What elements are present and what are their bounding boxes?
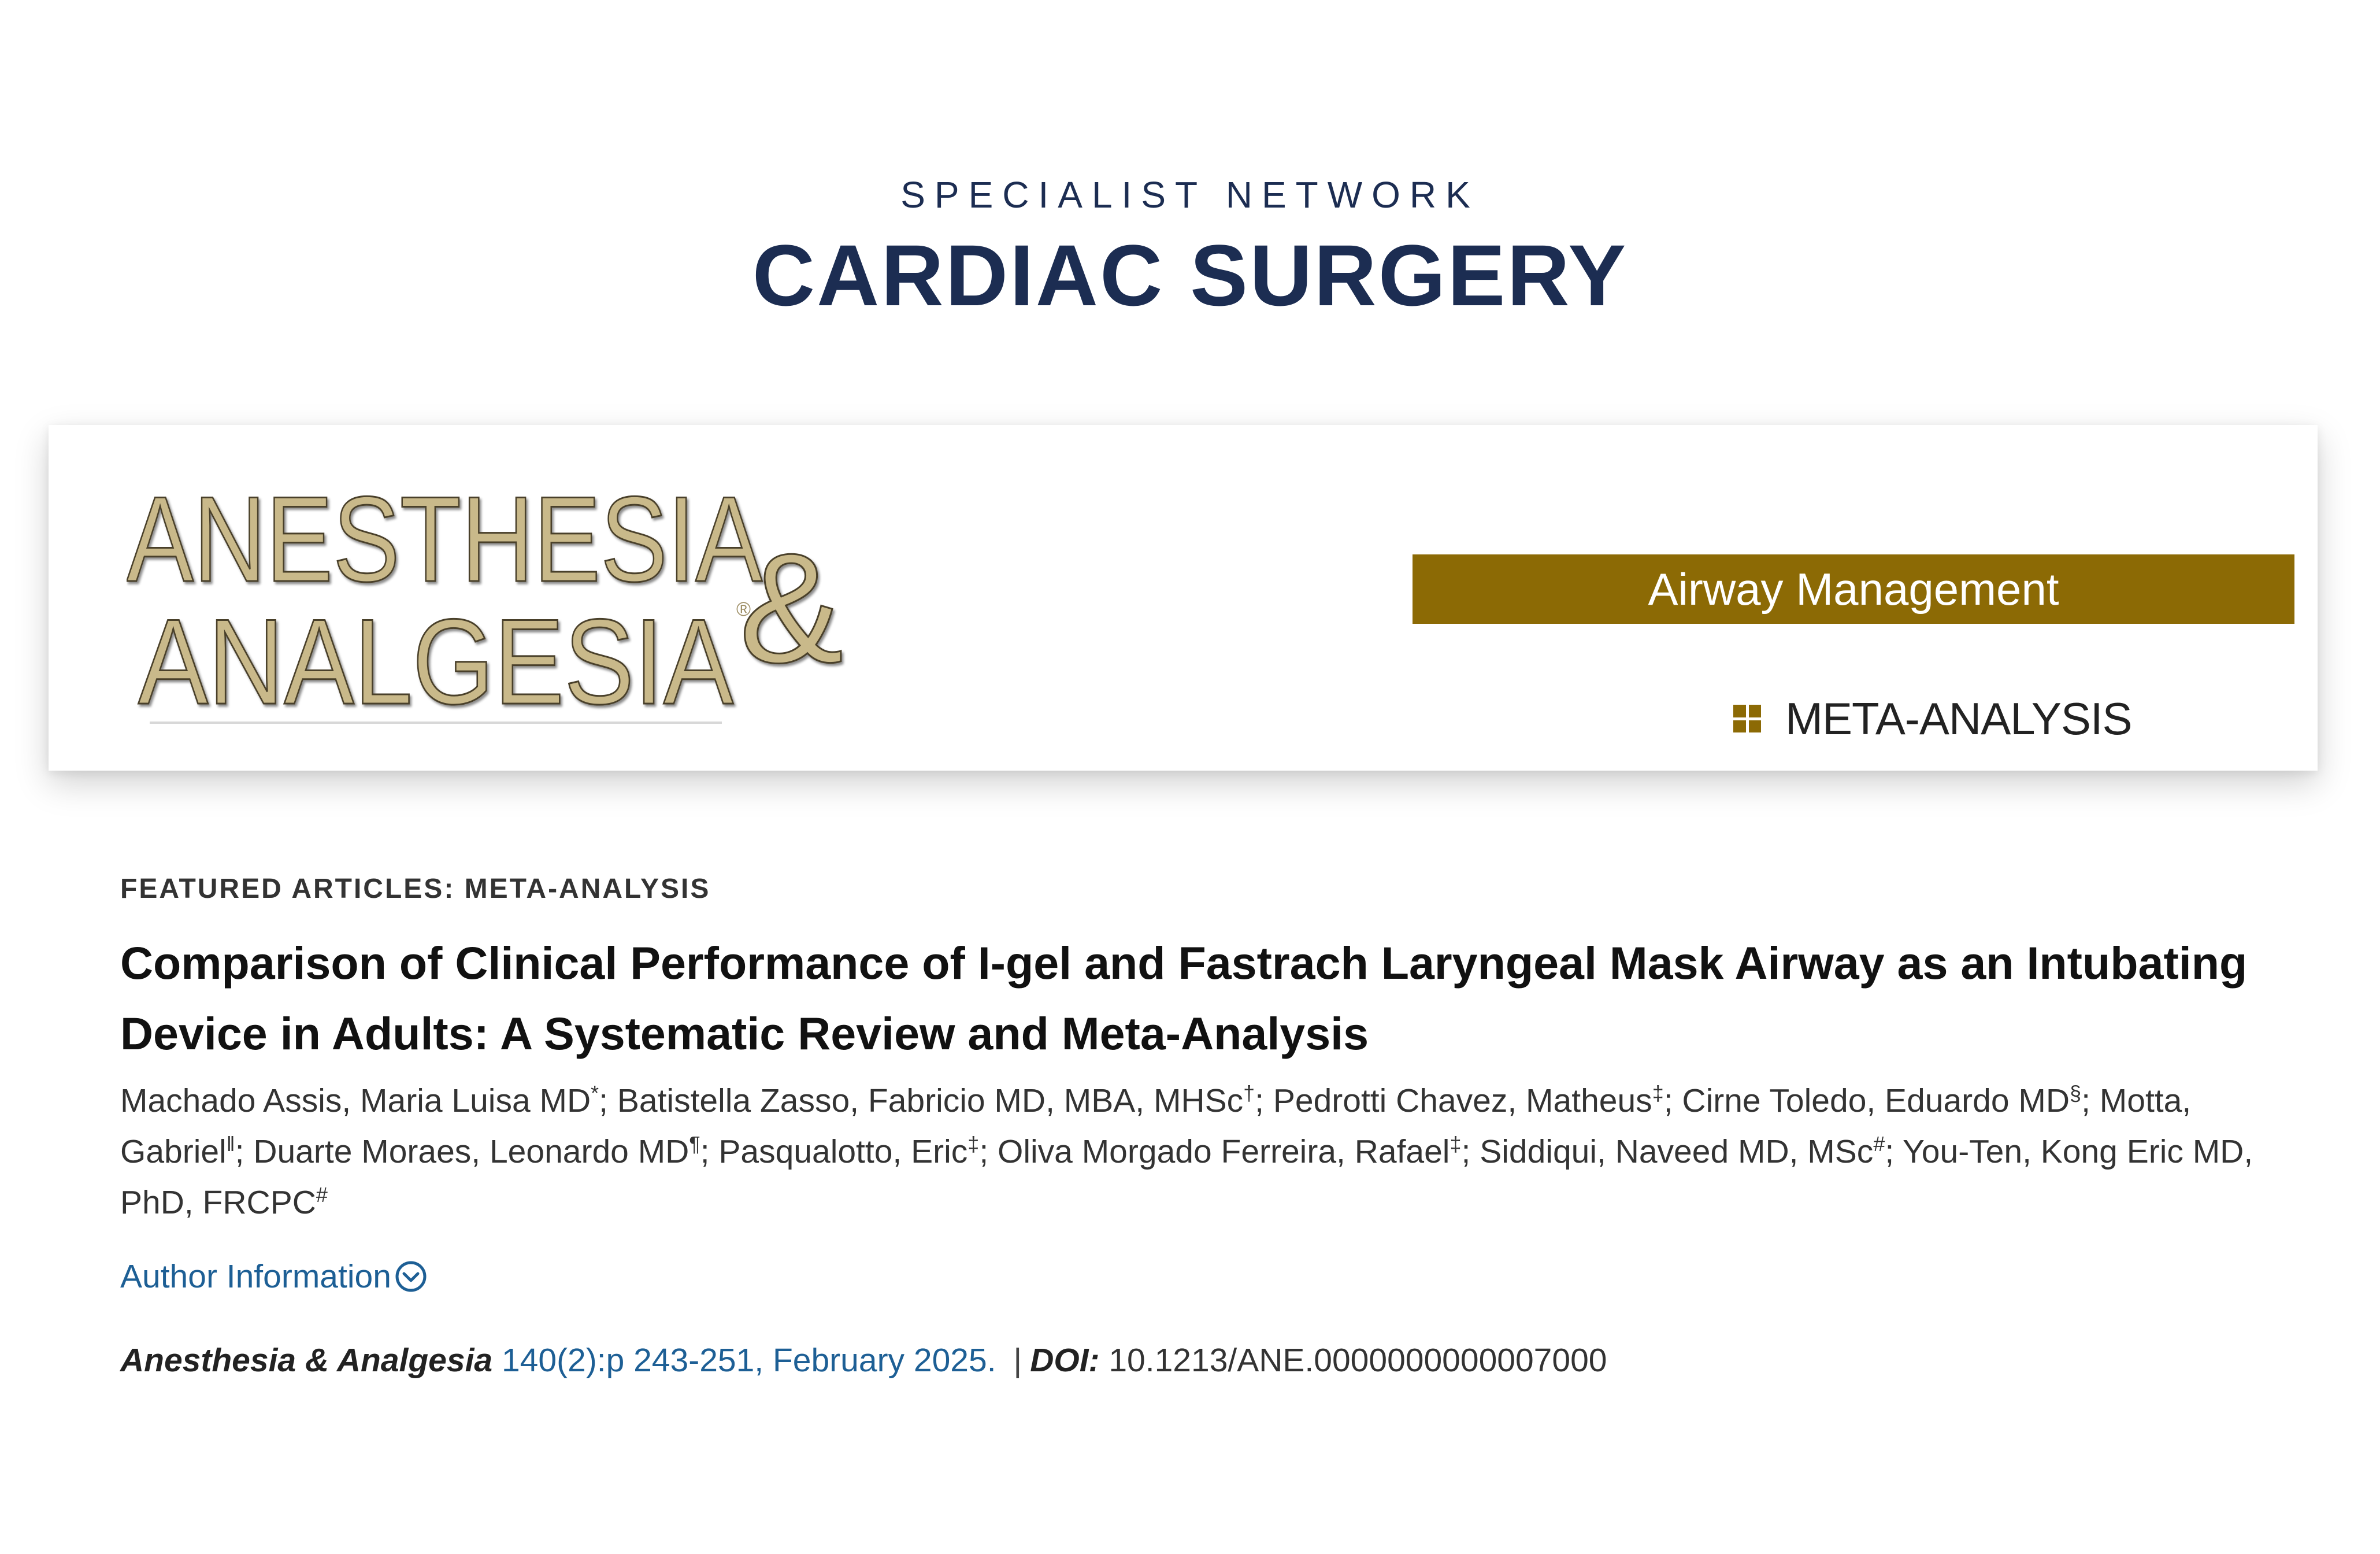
logo-ampersand: & [739, 521, 843, 695]
logo-registered: ® [736, 598, 751, 620]
author-name: Siddiqui, Naveed MD, MSc [1480, 1133, 1874, 1170]
author-affiliation-mark: ‡ [1449, 1132, 1462, 1156]
author-name: Oliva Morgado Ferreira, Rafael [998, 1133, 1450, 1170]
author-name: Machado Assis, Maria Luisa MD [120, 1082, 591, 1119]
logo-line1: ANESTHESIA [127, 477, 762, 607]
author-name: Pedrotti Chavez, Matheus [1273, 1082, 1652, 1119]
author-information-label: Author Information [120, 1258, 391, 1295]
author-information-toggle[interactable]: Author Information [120, 1257, 427, 1296]
article-type-row: META-ANALYSIS [1733, 691, 2133, 746]
author-affiliation-mark: ‡ [1652, 1081, 1664, 1105]
author-name: Cirne Toledo, Eduardo MD [1682, 1082, 2070, 1119]
author-affiliation-mark: # [316, 1183, 328, 1207]
logo-line2: ANALGESIA [138, 594, 733, 730]
citation-journal: Anesthesia & Analgesia [120, 1342, 493, 1379]
citation-separator: | [1013, 1342, 1022, 1379]
doi-value: 10.1213/ANE.0000000000007000 [1109, 1342, 1607, 1379]
author-affiliation-mark: § [2070, 1081, 2082, 1105]
author-affiliation-mark: # [1873, 1132, 1885, 1156]
author-affiliation-mark: ¶ [689, 1132, 700, 1156]
section-label: FEATURED ARTICLES: META-ANALYSIS [120, 874, 711, 904]
journal-logo: ANESTHESIA ANALGESIA & ® [127, 477, 993, 731]
author-affiliation-mark: † [1243, 1081, 1255, 1105]
page-title: CARDIAC SURGERY [752, 227, 1628, 324]
citation-issue-link[interactable]: 140(2):p 243-251, February 2025. [502, 1342, 996, 1379]
article-title: Comparison of Clinical Performance of I-… [120, 937, 2248, 1059]
journal-banner: ANESTHESIA ANALGESIA & ® Airway Manageme… [49, 425, 2318, 771]
network-eyebrow: SPECIALIST NETWORK [900, 174, 1480, 216]
author-affiliation-mark: ‖ [226, 1132, 235, 1156]
author-list: Machado Assis, Maria Luisa MD*; Batistel… [120, 1081, 2253, 1221]
author-name: Duarte Moraes, Leonardo MD [253, 1133, 689, 1170]
author-name: Batistella Zasso, Fabricio MD, MBA, MHSc [617, 1082, 1244, 1119]
chevron-down-circle-icon [395, 1260, 427, 1293]
article-type-label: META-ANALYSIS [1785, 693, 2133, 744]
citation-line: Anesthesia & Analgesia 140(2):p 243-251,… [120, 1341, 1607, 1379]
section-strip: Airway Management [1413, 554, 2294, 624]
doi-label: DOI: [1030, 1342, 1100, 1379]
grid-squares-icon [1733, 705, 1761, 732]
author-name: Pasqualotto, Eric [718, 1133, 968, 1170]
author-affiliation-mark: ‡ [967, 1132, 980, 1156]
author-affiliation-mark: * [591, 1081, 599, 1105]
